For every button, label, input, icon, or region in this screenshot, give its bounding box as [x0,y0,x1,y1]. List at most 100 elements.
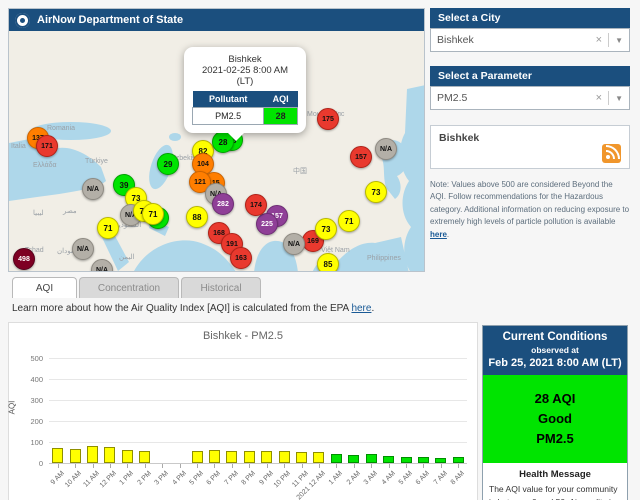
chart-x-tick-label: 1 PM [118,470,136,487]
parameter-select[interactable]: PM2.5 × ▼ [430,86,630,110]
dos-seal-icon [15,12,30,28]
chart-bar[interactable] [278,451,290,463]
chart-bar[interactable] [121,450,133,463]
chart-gridline [49,442,467,443]
tab-historical[interactable]: Historical [181,277,261,298]
aqi-marker[interactable]: 163 [230,247,252,269]
chart-bar[interactable] [191,451,203,463]
chart-bar[interactable] [226,451,238,463]
chart-x-tick-label: 2 AM [345,470,362,487]
aqi-marker[interactable]: N/A [283,233,305,255]
note-here-link[interactable]: here [430,230,447,239]
aqi-marker[interactable]: 88 [186,206,208,228]
chart-bar[interactable] [296,451,308,463]
chart-bar[interactable] [400,456,412,463]
aqi-marker[interactable]: 71 [338,210,360,232]
aqi-chart: Bishkek - PM2.5 AQI 0 100 200 300 400 500 9 AM… [7,322,478,500]
aqi-marker[interactable]: 73 [365,181,387,203]
aqi-marker[interactable]: N/A [82,178,104,200]
chart-y-tick: 0 [38,459,43,468]
map-place-label: ليبيا [33,210,44,217]
chart-gridline [49,379,467,380]
chart-x-tick-label: 12 PM [98,470,118,490]
chart-bar[interactable] [348,454,360,463]
map-place-label: Philippines [367,255,401,262]
chart-x-tickmark [371,464,373,468]
map-place-label: اليمن [119,254,135,261]
chart-gridline [49,400,467,401]
popup-col-aqi: AQI [263,91,298,108]
chart-bar[interactable] [313,452,325,463]
map-place-label: Italia [11,143,26,150]
rss-icon[interactable] [602,144,621,163]
popup-table: Pollutant AQI PM2.5 28 [191,91,298,125]
chart-x-tick-label: 4 PM [171,470,188,487]
tab-aqi[interactable]: AQI [12,277,77,298]
tab-concentration[interactable]: Concentration [79,277,179,298]
chart-x-tick-label: 2 PM [136,470,153,487]
chart-x-tickmark [423,464,425,468]
aqi-marker[interactable]: 171 [36,135,58,157]
chart-bar[interactable] [435,457,447,463]
chart-x-tickmark [179,464,181,468]
popup-city: Bishkek [228,54,262,65]
aqi-map[interactable]: RomaniaItaliaΕλλάδαTürkiyeO'zbekistonМон… [9,31,424,271]
chart-bar[interactable] [365,454,377,463]
map-place-label: مصر [63,208,77,215]
aqi-marker[interactable]: 85 [317,253,339,271]
aqi-marker[interactable]: N/A [72,238,94,260]
aqi-marker[interactable]: 71 [97,217,119,239]
aqi-marker[interactable]: 174 [245,194,267,216]
chart-bar[interactable] [452,457,464,463]
aqi-marker[interactable]: 175 [317,108,339,130]
current-conditions-title: Current Conditions [502,331,608,343]
chart-x-tick-label: 7 AM [432,470,449,487]
parameter-clear-icon[interactable]: × [590,92,608,104]
aqi-marker[interactable]: 157 [350,146,372,168]
aqi-value: 28 AQI [534,391,576,406]
observed-at-label: observed at [531,345,579,355]
chart-bar[interactable] [52,448,64,463]
chart-x-tickmark [231,464,233,468]
chart-x-tickmark [440,464,442,468]
aqi-marker[interactable]: 282 [212,193,234,215]
city-select[interactable]: Bishkek × ▼ [430,28,630,52]
popup-lt: (LT) [236,76,254,87]
chart-bar[interactable] [417,456,429,463]
chart-bar[interactable] [104,447,116,463]
chart-bar[interactable] [87,446,99,463]
chart-x-axis [49,463,467,464]
chart-bar[interactable] [330,453,342,463]
learn-more-text: Learn more about how the Air Quality Ind… [12,303,352,314]
select-city-header: Select a City [430,8,630,28]
epa-here-link[interactable]: here [351,303,371,314]
chart-bar[interactable] [139,450,151,463]
city-clear-icon[interactable]: × [590,34,608,46]
map-header: AirNow Department of State [9,9,424,31]
chart-bar[interactable] [69,448,81,463]
aqi-marker[interactable]: 225 [256,213,278,235]
aqi-marker[interactable]: 73 [315,218,337,240]
aqi-marker[interactable]: N/A [375,138,397,160]
parameter-select-value: PM2.5 [437,92,468,104]
chart-x-tick-label: 5 AM [397,470,414,487]
chart-x-tickmark [353,464,355,468]
dos-seal-center [20,17,25,23]
aqi-marker[interactable]: 498 [13,248,35,270]
chevron-down-icon[interactable]: ▼ [609,36,623,45]
chart-bar[interactable] [208,450,220,463]
aqi-marker[interactable]: 29 [157,153,179,175]
chevron-down-icon[interactable]: ▼ [609,94,623,103]
tab-bar: AQI Concentration Historical [12,277,261,298]
chart-bar[interactable] [261,451,273,463]
note-suffix: . [446,229,450,239]
map-place-label: Ελλάδα [33,162,57,169]
learn-more-suffix: . [371,303,375,314]
chart-x-tickmark [197,464,199,468]
chart-x-tickmark [92,464,94,468]
chart-bar[interactable] [243,450,255,463]
aqi-value-block: 28 AQI Good PM2.5 [483,375,627,464]
chart-bar[interactable] [383,455,395,463]
aqi-category: Good [538,411,572,427]
aqi-marker[interactable]: 71 [142,203,164,225]
